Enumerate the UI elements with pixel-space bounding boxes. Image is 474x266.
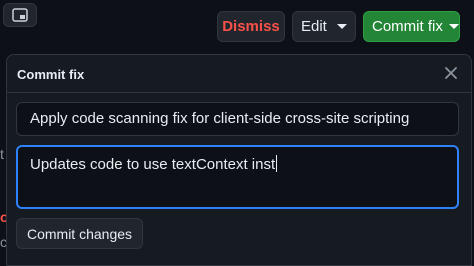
- divider: [7, 92, 471, 93]
- chevron-down-icon: [337, 24, 347, 29]
- commit-fix-label: Commit fix: [372, 18, 443, 35]
- commit-changes-label: Commit changes: [26, 225, 133, 242]
- dismiss-label: Dismiss: [222, 18, 280, 35]
- window-icon[interactable]: [3, 3, 37, 27]
- commit-fix-button[interactable]: Commit fix: [363, 11, 460, 42]
- commit-description-textarea[interactable]: Updates code to use textContext inst: [16, 145, 459, 209]
- background-text-fragment: t: [0, 146, 4, 162]
- commit-summary-input[interactable]: Apply code scanning fix for client-side …: [16, 102, 459, 136]
- commit-summary-value: Apply code scanning fix for client-side …: [30, 110, 410, 127]
- dismiss-button[interactable]: Dismiss: [217, 11, 285, 42]
- commit-changes-button[interactable]: Commit changes: [16, 218, 143, 249]
- close-icon[interactable]: [443, 65, 459, 81]
- popover-title: Commit fix: [17, 67, 85, 82]
- commit-fix-popover: Commit fix Apply code scanning fix for c…: [6, 54, 472, 266]
- commit-description-value: Updates code to use textContext inst: [30, 156, 276, 173]
- chevron-down-icon: [448, 24, 459, 29]
- edit-label: Edit: [301, 18, 327, 35]
- edit-button[interactable]: Edit: [292, 11, 356, 42]
- text-cursor: [276, 155, 278, 172]
